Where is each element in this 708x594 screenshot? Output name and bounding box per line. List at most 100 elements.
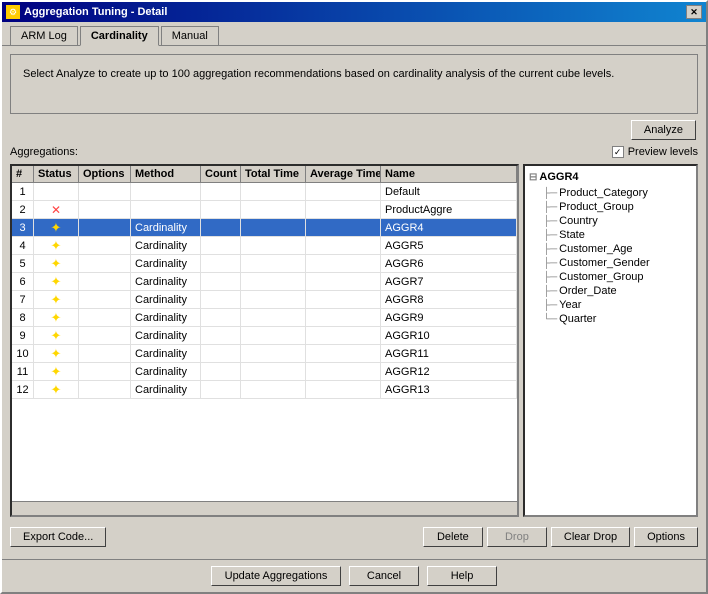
cell-num: 7 [12, 291, 34, 308]
cell-options [79, 327, 131, 344]
table-row[interactable]: 4 ✦ Cardinality AGGR5 [12, 237, 517, 255]
cell-avg-time [306, 273, 381, 290]
tree-root-label: AGGR4 [539, 171, 578, 183]
tab-cardinality[interactable]: Cardinality [80, 26, 159, 46]
tab-manual[interactable]: Manual [161, 26, 219, 45]
col-header-name: Name [381, 166, 517, 182]
tree-child-node[interactable]: ├─ Order_Date [543, 284, 692, 298]
tree-child-node[interactable]: ├─ Year [543, 298, 692, 312]
tree-child-node[interactable]: ├─ Customer_Group [543, 270, 692, 284]
close-button[interactable]: ✕ [686, 5, 702, 19]
cell-avg-time [306, 219, 381, 236]
cell-method [131, 201, 201, 218]
delete-button[interactable]: Delete [423, 527, 483, 547]
table-row[interactable]: 8 ✦ Cardinality AGGR9 [12, 309, 517, 327]
main-panels: # Status Options Method Count Total Time… [10, 164, 698, 517]
cell-avg-time [306, 309, 381, 326]
table-row[interactable]: 6 ✦ Cardinality AGGR7 [12, 273, 517, 291]
tab-arm-log[interactable]: ARM Log [10, 26, 78, 45]
cell-status: ✦ [34, 219, 79, 236]
cell-options [79, 291, 131, 308]
cell-status: ✦ [34, 291, 79, 308]
col-header-num: # [12, 166, 34, 182]
action-buttons: Export Code... Delete Drop Clear Drop Op… [10, 523, 698, 551]
cell-total-time [241, 237, 306, 254]
table-row[interactable]: 10 ✦ Cardinality AGGR11 [12, 345, 517, 363]
table-row[interactable]: 2 ✕ ProductAggre [12, 201, 517, 219]
tree-child-node[interactable]: ├─ Product_Category [543, 186, 692, 200]
cell-options [79, 381, 131, 398]
content-area: Select Analyze to create up to 100 aggre… [2, 46, 706, 559]
tree-child-label: Customer_Gender [559, 257, 650, 269]
cell-status: ✕ [34, 201, 79, 218]
cell-options [79, 183, 131, 200]
preview-levels-row: ✓ Preview levels [612, 146, 698, 158]
cell-method: Cardinality [131, 309, 201, 326]
horizontal-scrollbar[interactable] [12, 501, 517, 515]
cell-options [79, 309, 131, 326]
cell-total-time [241, 327, 306, 344]
tree-child-label: State [559, 229, 585, 241]
cell-name: ProductAggre [381, 201, 517, 218]
cell-status: ✦ [34, 327, 79, 344]
cell-count [201, 291, 241, 308]
tree-root-node[interactable]: ⊟ AGGR4 [529, 170, 692, 184]
table-row[interactable]: 12 ✦ Cardinality AGGR13 [12, 381, 517, 399]
cell-method: Cardinality [131, 255, 201, 272]
tree-child-label: Customer_Age [559, 243, 632, 255]
table-row[interactable]: 9 ✦ Cardinality AGGR10 [12, 327, 517, 345]
table-row[interactable]: 7 ✦ Cardinality AGGR8 [12, 291, 517, 309]
cell-status: ✦ [34, 363, 79, 380]
tree-child-node[interactable]: ├─ Country [543, 214, 692, 228]
cell-method: Cardinality [131, 381, 201, 398]
cell-options [79, 363, 131, 380]
cell-method: Cardinality [131, 237, 201, 254]
preview-levels-checkbox[interactable]: ✓ [612, 146, 624, 158]
star-icon: ✦ [51, 382, 62, 398]
table-row[interactable]: 11 ✦ Cardinality AGGR12 [12, 363, 517, 381]
tree-child-label: Customer_Group [559, 271, 643, 283]
cell-num: 4 [12, 237, 34, 254]
cell-status: ✦ [34, 273, 79, 290]
cell-count [201, 201, 241, 218]
export-code-button[interactable]: Export Code... [10, 527, 106, 547]
col-header-avg-time: Average Time [306, 166, 381, 182]
window-title: Aggregation Tuning - Detail [24, 6, 167, 18]
cell-count [201, 219, 241, 236]
update-aggregations-button[interactable]: Update Aggregations [211, 566, 341, 586]
tree-connector: ├─ [543, 216, 557, 227]
table-row[interactable]: 1 Default [12, 183, 517, 201]
cell-count [201, 255, 241, 272]
cell-num: 6 [12, 273, 34, 290]
tree-child-node[interactable]: ├─ Customer_Gender [543, 256, 692, 270]
clear-drop-button[interactable]: Clear Drop [551, 527, 630, 547]
cell-count [201, 273, 241, 290]
cell-avg-time [306, 345, 381, 362]
cell-count [201, 345, 241, 362]
cell-count [201, 183, 241, 200]
cell-count [201, 309, 241, 326]
tree-child-node[interactable]: ├─ Product_Group [543, 200, 692, 214]
analyze-button[interactable]: Analyze [631, 120, 696, 140]
cell-method: Cardinality [131, 327, 201, 344]
drop-button[interactable]: Drop [487, 527, 547, 547]
table-row[interactable]: 5 ✦ Cardinality AGGR6 [12, 255, 517, 273]
star-icon: ✦ [51, 274, 62, 290]
help-button[interactable]: Help [427, 566, 497, 586]
tree-child-node[interactable]: └─ Quarter [543, 312, 692, 326]
cancel-button[interactable]: Cancel [349, 566, 419, 586]
cell-total-time [241, 291, 306, 308]
cell-avg-time [306, 237, 381, 254]
tree-child-node[interactable]: ├─ State [543, 228, 692, 242]
cell-num: 1 [12, 183, 34, 200]
table-row[interactable]: 3 ✦ Cardinality AGGR4 [12, 219, 517, 237]
cell-num: 11 [12, 363, 34, 380]
cell-avg-time [306, 291, 381, 308]
tree-connector: ├─ [543, 300, 557, 311]
tree-child-node[interactable]: ├─ Customer_Age [543, 242, 692, 256]
cell-total-time [241, 219, 306, 236]
window-icon: ⚙ [6, 5, 20, 19]
analyze-row: Analyze [10, 120, 698, 140]
options-button[interactable]: Options [634, 527, 698, 547]
main-window: ⚙ Aggregation Tuning - Detail ✕ ARM Log … [0, 0, 708, 594]
